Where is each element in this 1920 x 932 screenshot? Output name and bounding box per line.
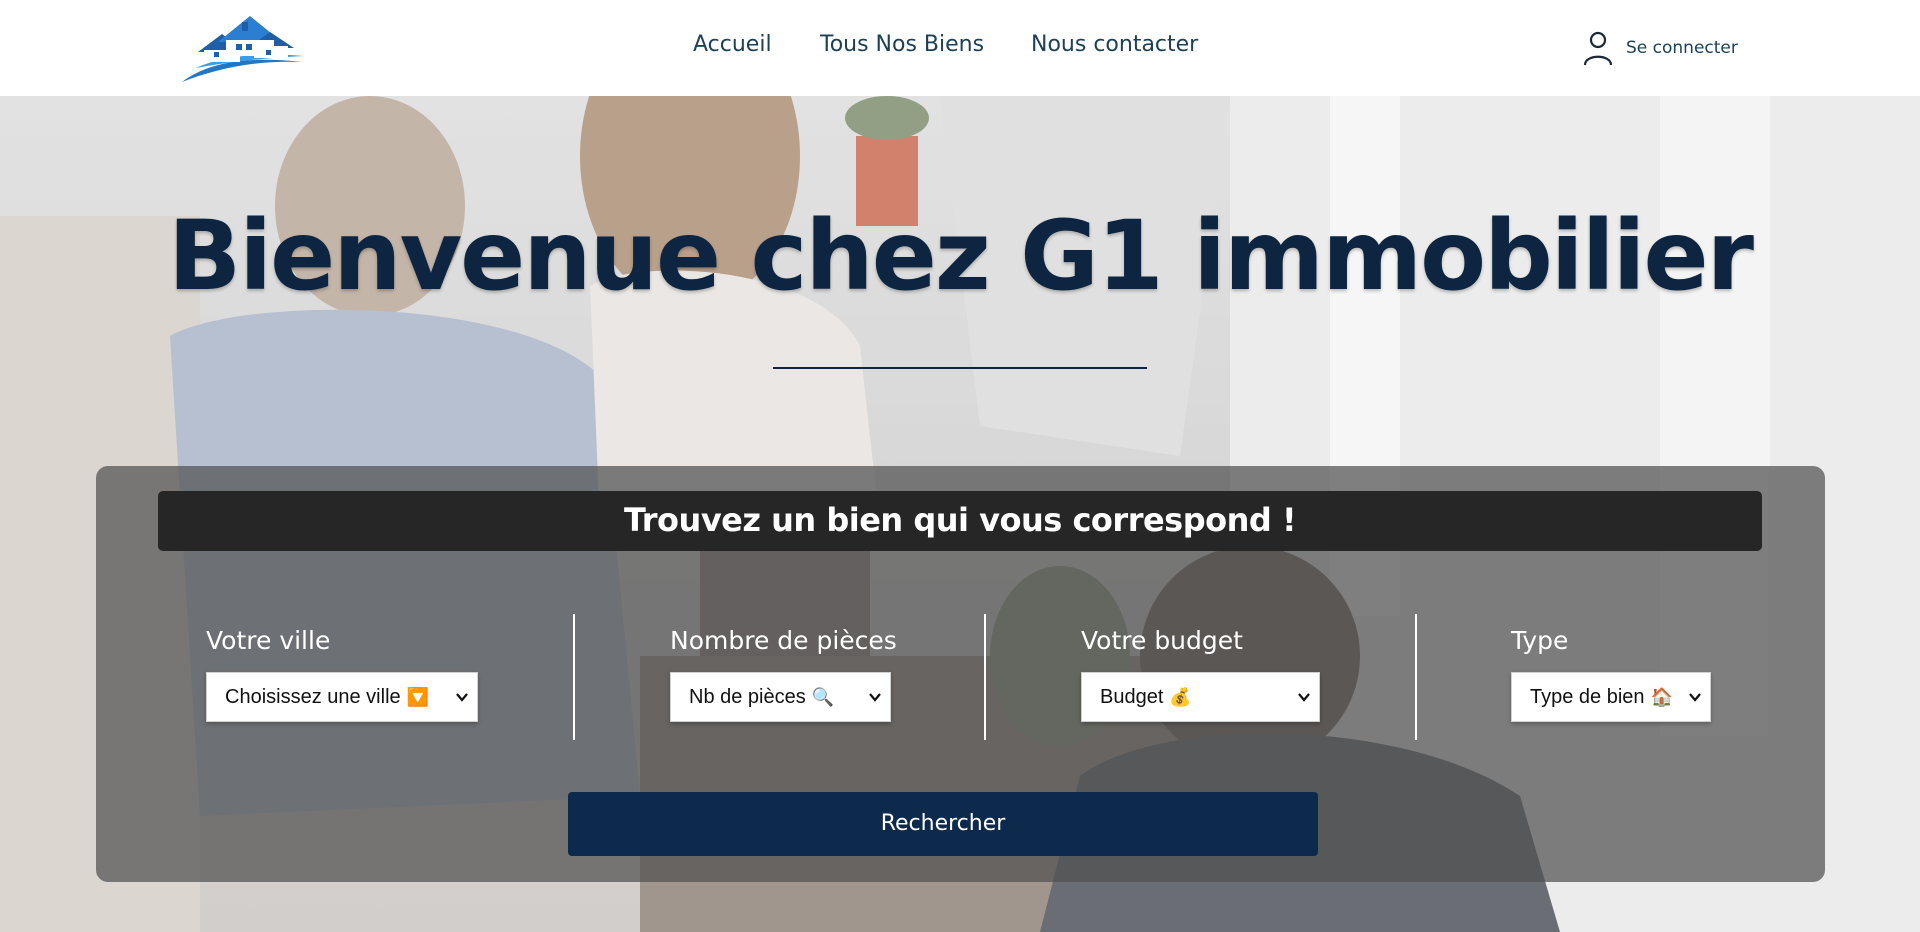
hero-section: Bienvenue chez G1 immobilier Trouvez un … [0, 96, 1920, 932]
pieces-select-value: Nb de pièces [689, 685, 806, 708]
filter-ville: Votre ville Choisissez une ville 🔽 [206, 624, 478, 722]
nav-link-accueil[interactable]: Accueil [693, 32, 772, 57]
magnifier-emoji-icon: 🔍 [811, 686, 835, 708]
nav-link-tous-nos-biens[interactable]: Tous Nos Biens [820, 32, 984, 57]
search-title: Trouvez un bien qui vous correspond ! [623, 501, 1297, 539]
type-select[interactable]: Type de bien 🏠 [1511, 672, 1711, 722]
filter-type-label: Type [1511, 626, 1569, 655]
login-link[interactable]: Se connecter [1582, 30, 1738, 66]
budget-select-value: Budget [1100, 685, 1164, 708]
filter-pieces-label: Nombre de pièces [670, 626, 897, 655]
site-header: Accueil Tous Nos Biens Nous contacter Se… [0, 0, 1920, 96]
filter-divider [984, 614, 986, 740]
house-emoji-icon: 🏠 [1650, 686, 1673, 708]
type-select-value: Type de bien [1530, 685, 1645, 708]
pieces-select[interactable]: Nb de pièces 🔍 [670, 672, 891, 722]
ville-select-value: Choisissez une ville [225, 685, 401, 708]
filter-budget: Votre budget Budget 💰 [1081, 624, 1320, 722]
hero-title: Bienvenue chez G1 immobilier [168, 200, 1754, 312]
filter-pieces: Nombre de pièces Nb de pièces 🔍 [670, 624, 897, 722]
filter-budget-label: Votre budget [1081, 626, 1243, 655]
filter-divider [573, 614, 575, 740]
search-title-banner: Trouvez un bien qui vous correspond ! [158, 491, 1762, 551]
filter-ville-label: Votre ville [206, 626, 331, 655]
filter-type: Type Type de bien 🏠 [1511, 624, 1711, 722]
chevron-down-icon [869, 693, 881, 702]
chevron-down-icon [1298, 693, 1310, 702]
filter-divider [1415, 614, 1417, 740]
login-label: Se connecter [1626, 38, 1738, 58]
chevron-down-icon [456, 693, 468, 702]
money-bag-emoji-icon: 💰 [1169, 686, 1192, 708]
user-icon [1583, 31, 1613, 66]
ville-select[interactable]: Choisissez une ville 🔽 [206, 672, 478, 722]
budget-select[interactable]: Budget 💰 [1081, 672, 1320, 722]
down-arrow-emoji-icon: 🔽 [406, 686, 430, 708]
chevron-down-icon [1689, 693, 1701, 702]
search-button[interactable]: Rechercher [568, 792, 1318, 856]
nav-link-nous-contacter[interactable]: Nous contacter [1031, 32, 1198, 57]
hero-title-underline [773, 367, 1147, 369]
property-search-panel: Trouvez un bien qui vous correspond ! Vo… [96, 466, 1825, 882]
